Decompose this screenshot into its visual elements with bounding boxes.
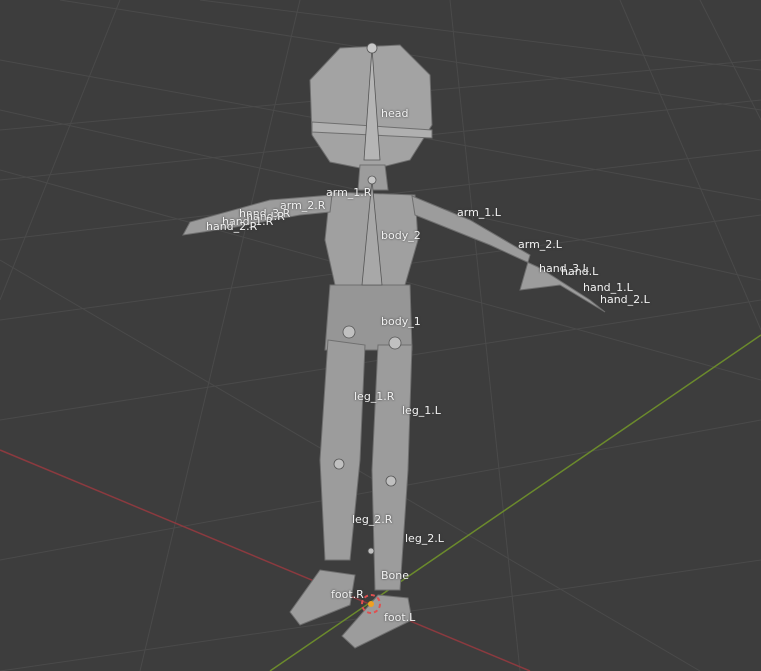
bone-label-body-1[interactable]: body_1 bbox=[381, 315, 421, 328]
bone-label-arm-2-l[interactable]: arm_2.L bbox=[518, 238, 562, 251]
leg-l-mesh bbox=[371, 344, 413, 591]
x-axis-line bbox=[0, 449, 531, 671]
bone-label-hand-2-r[interactable]: hand_2.R bbox=[206, 220, 257, 233]
bone-label-arm-1-r[interactable]: arm_1.R bbox=[326, 186, 371, 199]
bone-label-hand-l[interactable]: hand.L bbox=[561, 265, 598, 278]
leg-r-mesh bbox=[319, 339, 366, 561]
bone-label-foot-l[interactable]: foot.L bbox=[384, 611, 415, 624]
arm-l-mesh bbox=[411, 195, 606, 313]
3d-viewport[interactable]: head arm_1.R arm_2.R hand_3.R hand.R han… bbox=[0, 0, 761, 671]
bone-label-head[interactable]: head bbox=[381, 107, 408, 120]
bone-label-body-2[interactable]: body_2 bbox=[381, 229, 421, 242]
bone-label-leg-2-r[interactable]: leg_2.R bbox=[352, 513, 392, 526]
bone-label-arm-1-l[interactable]: arm_1.L bbox=[457, 206, 501, 219]
bone-label-leg-2-l[interactable]: leg_2.L bbox=[405, 532, 444, 545]
bone-label-bone[interactable]: Bone bbox=[381, 569, 409, 582]
bone-label-leg-1-r[interactable]: leg_1.R bbox=[354, 390, 394, 403]
bone-label-hand-2-l[interactable]: hand_2.L bbox=[600, 293, 650, 306]
bone-label-foot-r[interactable]: foot.R bbox=[331, 588, 364, 601]
bone-label-leg-1-l[interactable]: leg_1.L bbox=[402, 404, 441, 417]
